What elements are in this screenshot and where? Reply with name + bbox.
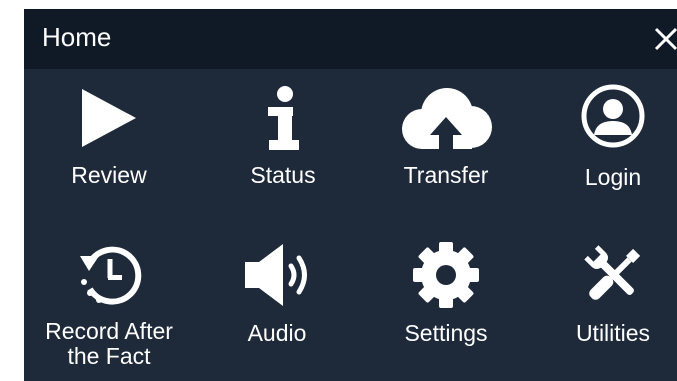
user-circle-icon: [581, 84, 645, 148]
info-icon: [268, 86, 299, 150]
review-button[interactable]: Review: [44, 81, 174, 191]
gear-icon: [413, 242, 479, 308]
login-button[interactable]: Login: [548, 81, 677, 193]
header-bar: Home: [24, 9, 677, 69]
close-icon[interactable]: [652, 25, 677, 55]
history-clock-icon: [80, 246, 142, 305]
settings-label: Settings: [404, 320, 488, 346]
status-button[interactable]: Status: [218, 81, 348, 191]
record-after-the-fact-label-line2: the Fact: [67, 343, 151, 369]
transfer-button[interactable]: Transfer: [381, 81, 511, 191]
transfer-label: Transfer: [403, 162, 489, 188]
page-title: Home: [42, 22, 112, 52]
utilities-label: Utilities: [575, 320, 651, 346]
cloud-upload-icon: [402, 88, 492, 151]
record-after-the-fact-button[interactable]: Record After the Fact: [34, 239, 184, 374]
settings-button[interactable]: Settings: [381, 239, 511, 351]
record-after-the-fact-label-line1: Record After: [45, 318, 173, 344]
audio-label: Audio: [247, 320, 307, 346]
review-label: Review: [71, 162, 147, 188]
wrench-screwdriver-icon: [584, 245, 641, 300]
login-label: Login: [584, 164, 642, 190]
utilities-button[interactable]: Utilities: [548, 239, 677, 351]
status-label: Status: [250, 162, 316, 188]
audio-button[interactable]: Audio: [212, 239, 342, 351]
speaker-icon: [245, 244, 307, 306]
home-screen: Home Review Status Transfer Login Record…: [24, 9, 677, 381]
play-icon: [82, 89, 136, 147]
